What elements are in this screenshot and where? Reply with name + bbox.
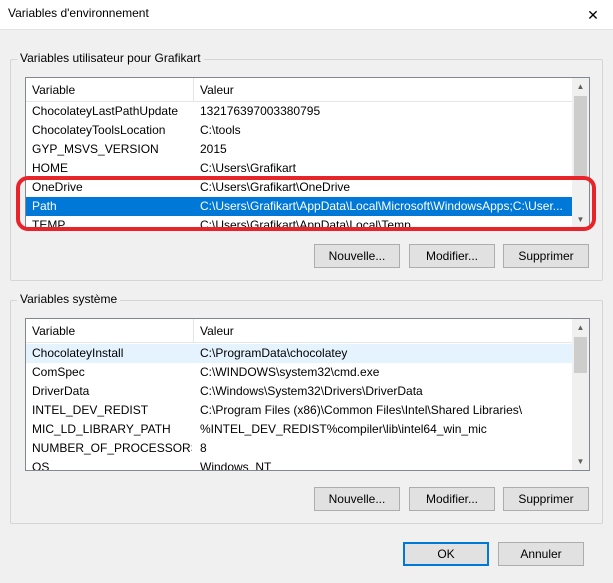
table-row[interactable]: OS Windows_NT — [26, 458, 589, 471]
system-variables-list[interactable]: Variable Valeur ChocolateyInstall C:\Pro… — [25, 318, 590, 471]
system-variables-label: Variables système — [17, 292, 121, 306]
variable-value: %INTEL_DEV_REDIST%compiler\lib\intel64_w… — [200, 422, 487, 436]
table-row[interactable]: NUMBER_OF_PROCESSORS 8 — [26, 439, 589, 458]
table-row[interactable]: ComSpec C:\WINDOWS\system32\cmd.exe — [26, 363, 589, 382]
table-row[interactable]: ChocolateyLastPathUpdate 132176397003380… — [26, 102, 589, 121]
variable-name: OneDrive — [32, 180, 83, 194]
column-header-value[interactable]: Valeur — [194, 319, 234, 343]
title-bar: Variables d'environnement ✕ — [0, 0, 613, 30]
table-row[interactable]: ChocolateyToolsLocation C:\tools — [26, 121, 589, 140]
table-row[interactable]: HOME C:\Users\Grafikart — [26, 159, 589, 178]
vertical-scrollbar[interactable]: ▲ ▼ — [572, 319, 589, 470]
variable-value: C:\Program Files (x86)\Common Files\Inte… — [200, 403, 523, 417]
variable-name: DriverData — [32, 384, 90, 398]
variable-value: Windows_NT — [200, 460, 272, 471]
scrollbar-thumb[interactable] — [574, 96, 587, 176]
variable-value: 132176397003380795 — [200, 104, 321, 118]
variable-name: MIC_LD_LIBRARY_PATH — [32, 422, 171, 436]
table-row-selected[interactable]: Path C:\Users\Grafikart\AppData\Local\Mi… — [26, 197, 574, 216]
variable-name: OS — [32, 460, 50, 471]
variable-name: ChocolateyLastPathUpdate — [32, 104, 179, 118]
close-icon[interactable]: ✕ — [573, 0, 613, 30]
table-row[interactable]: GYP_MSVS_VERSION 2015 — [26, 140, 589, 159]
variable-name: INTEL_DEV_REDIST — [32, 403, 149, 417]
table-row[interactable]: TEMP C:\Users\Grafikart\AppData\Local\Te… — [26, 216, 589, 229]
variable-value: 2015 — [200, 142, 227, 156]
table-row[interactable]: DriverData C:\Windows\System32\Drivers\D… — [26, 382, 589, 401]
variable-value: C:\Users\Grafikart\AppData\Local\Temp — [200, 218, 411, 229]
table-row[interactable]: INTEL_DEV_REDIST C:\Program Files (x86)\… — [26, 401, 589, 420]
system-new-button[interactable]: Nouvelle... — [314, 487, 400, 511]
table-row[interactable]: OneDrive C:\Users\Grafikart\OneDrive — [26, 178, 589, 197]
chevron-up-icon[interactable]: ▲ — [572, 319, 589, 336]
list-header: Variable Valeur — [26, 78, 589, 102]
system-delete-button[interactable]: Supprimer — [503, 487, 589, 511]
user-variables-label: Variables utilisateur pour Grafikart — [17, 51, 204, 65]
variable-name: ComSpec — [32, 365, 85, 379]
variable-name: GYP_MSVS_VERSION — [32, 142, 159, 156]
variable-name: Path — [32, 199, 57, 213]
variable-name: HOME — [32, 161, 68, 175]
user-delete-button[interactable]: Supprimer — [503, 244, 589, 268]
variable-name: ChocolateyInstall — [32, 346, 124, 360]
list-header: Variable Valeur — [26, 319, 589, 343]
variable-value: C:\Users\Grafikart\OneDrive — [200, 180, 351, 194]
user-variables-list[interactable]: Variable Valeur ChocolateyLastPathUpdate… — [25, 77, 590, 229]
user-edit-button[interactable]: Modifier... — [409, 244, 495, 268]
window-title: Variables d'environnement — [8, 6, 149, 20]
column-header-variable[interactable]: Variable — [26, 78, 75, 102]
table-row[interactable]: MIC_LD_LIBRARY_PATH %INTEL_DEV_REDIST%co… — [26, 420, 589, 439]
user-new-button[interactable]: Nouvelle... — [314, 244, 400, 268]
variable-value: C:\WINDOWS\system32\cmd.exe — [200, 365, 380, 379]
variable-value: 8 — [200, 441, 207, 455]
variable-name: ChocolateyToolsLocation — [32, 123, 166, 137]
chevron-down-icon[interactable]: ▼ — [572, 453, 589, 470]
variable-value: C:\Users\Grafikart — [200, 161, 297, 175]
ok-button[interactable]: OK — [403, 542, 489, 566]
variable-name: NUMBER_OF_PROCESSORS — [32, 441, 192, 455]
chevron-up-icon[interactable]: ▲ — [572, 78, 589, 95]
variable-value: C:\Windows\System32\Drivers\DriverData — [200, 384, 423, 398]
variable-value: C:\Users\Grafikart\AppData\Local\Microso… — [200, 199, 563, 213]
column-header-value[interactable]: Valeur — [194, 78, 234, 102]
variable-value: C:\tools — [200, 123, 241, 137]
table-row[interactable]: ChocolateyInstall C:\ProgramData\chocola… — [26, 344, 574, 363]
column-header-variable[interactable]: Variable — [26, 319, 75, 343]
variable-value: C:\ProgramData\chocolatey — [200, 346, 348, 360]
cancel-button[interactable]: Annuler — [498, 542, 584, 566]
system-edit-button[interactable]: Modifier... — [409, 487, 495, 511]
variable-name: TEMP — [32, 218, 66, 229]
chevron-down-icon[interactable]: ▼ — [572, 211, 589, 228]
scrollbar-thumb[interactable] — [574, 337, 587, 373]
vertical-scrollbar[interactable]: ▲ ▼ — [572, 78, 589, 228]
